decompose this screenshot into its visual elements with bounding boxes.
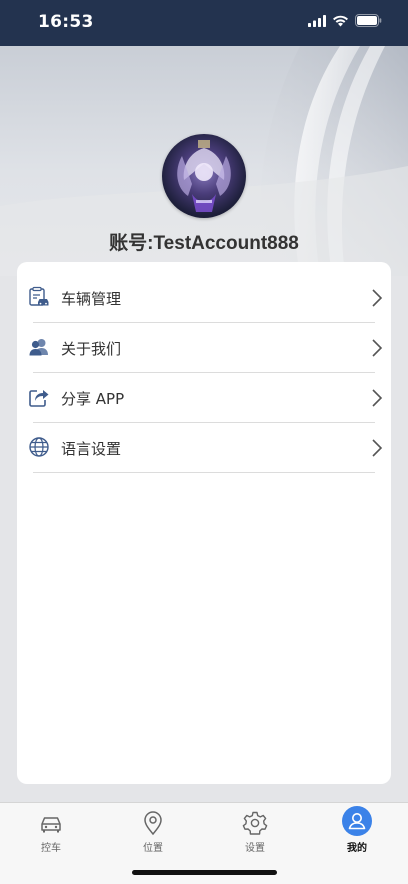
menu-item-label: 分享 APP: [61, 390, 125, 408]
menu-item-share-app[interactable]: 分享 APP: [17, 373, 391, 423]
globe-icon: [29, 437, 49, 457]
car-icon: [41, 817, 61, 833]
share-icon: [29, 390, 49, 407]
person-icon: [348, 813, 366, 830]
tab-label: 位置: [143, 843, 163, 854]
vehicle-manage-icon: [29, 286, 49, 306]
home-indicator: [132, 870, 277, 875]
divider: [33, 472, 375, 473]
menu-card: 车辆管理 关于我们 分享 APP 语言设置: [17, 262, 391, 784]
tab-mine[interactable]: 我的: [306, 803, 408, 863]
tab-location[interactable]: 位置: [102, 803, 204, 863]
menu-item-label: 语言设置: [61, 440, 122, 458]
avatar-image: [177, 140, 231, 212]
chevron-right-icon: [372, 339, 383, 357]
menu-item-label: 关于我们: [61, 340, 122, 358]
tab-label: 我的: [347, 843, 367, 854]
users-icon: [29, 339, 48, 356]
signal-icon: [308, 14, 326, 27]
status-bar: 16:53: [0, 0, 408, 46]
avatar[interactable]: [162, 134, 246, 218]
wifi-icon: [333, 15, 348, 26]
chevron-right-icon: [372, 289, 383, 307]
tab-label: 设置: [245, 843, 265, 854]
status-icons: [308, 14, 382, 27]
status-time: 16:53: [38, 12, 94, 32]
gear-icon: [242, 811, 268, 835]
menu-item-language-settings[interactable]: 语言设置: [17, 423, 391, 473]
profile-header: 账号:TestAccount888: [0, 46, 408, 276]
chevron-right-icon: [372, 389, 383, 407]
chevron-right-icon: [372, 439, 383, 457]
tab-car-control[interactable]: 控车: [0, 803, 102, 863]
account-name: 账号:TestAccount888: [109, 233, 299, 254]
menu-item-about-us[interactable]: 关于我们: [17, 323, 391, 373]
battery-icon: [355, 14, 382, 27]
location-pin-icon: [144, 811, 162, 836]
tab-settings[interactable]: 设置: [204, 803, 306, 863]
menu-item-vehicle-management[interactable]: 车辆管理: [17, 273, 391, 323]
tab-label: 控车: [41, 843, 61, 854]
menu-item-label: 车辆管理: [61, 290, 122, 308]
